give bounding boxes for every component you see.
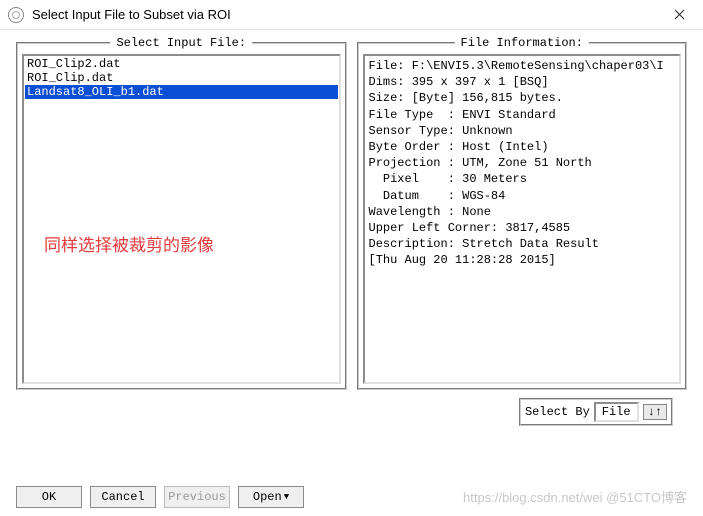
previous-button: Previous <box>164 486 230 508</box>
annotation-text: 同样选择被裁剪的影像 <box>44 231 214 256</box>
cancel-button[interactable]: Cancel <box>90 486 156 508</box>
app-icon <box>8 7 24 23</box>
arrows-icon: ↓↑ <box>648 405 662 419</box>
main-content: Select Input File: ROI_Clip2.dat ROI_Cli… <box>0 30 703 398</box>
bottom-bar: OK Cancel Previous Open ▼ <box>16 486 687 508</box>
select-input-panel: Select Input File: ROI_Clip2.dat ROI_Cli… <box>16 42 347 390</box>
select-by-row: Select By File ↓↑ <box>0 398 703 434</box>
list-item[interactable]: Landsat8_OLI_b1.dat <box>25 85 338 99</box>
list-item[interactable]: ROI_Clip.dat <box>25 71 338 85</box>
select-by-value[interactable]: File <box>594 402 639 422</box>
select-input-label: Select Input File: <box>110 36 252 50</box>
file-info-label: File Information: <box>455 36 589 50</box>
file-info-panel: File Information: File: F:\ENVI5.3\Remot… <box>357 42 688 390</box>
open-label: Open <box>253 490 282 504</box>
open-button[interactable]: Open ▼ <box>238 486 304 508</box>
file-info-text: File: F:\ENVI5.3\RemoteSensing\chaper03\… <box>363 54 682 384</box>
close-button[interactable] <box>659 1 699 29</box>
select-by-cycle-button[interactable]: ↓↑ <box>643 404 667 420</box>
list-item[interactable]: ROI_Clip2.dat <box>25 57 338 71</box>
select-by-group: Select By File ↓↑ <box>519 398 673 426</box>
file-list[interactable]: ROI_Clip2.dat ROI_Clip.dat Landsat8_OLI_… <box>22 54 341 384</box>
chevron-down-icon: ▼ <box>284 492 289 502</box>
close-icon <box>674 9 685 20</box>
ok-button[interactable]: OK <box>16 486 82 508</box>
titlebar: Select Input File to Subset via ROI <box>0 0 703 30</box>
window-title: Select Input File to Subset via ROI <box>32 7 659 22</box>
select-by-label: Select By <box>525 405 590 419</box>
